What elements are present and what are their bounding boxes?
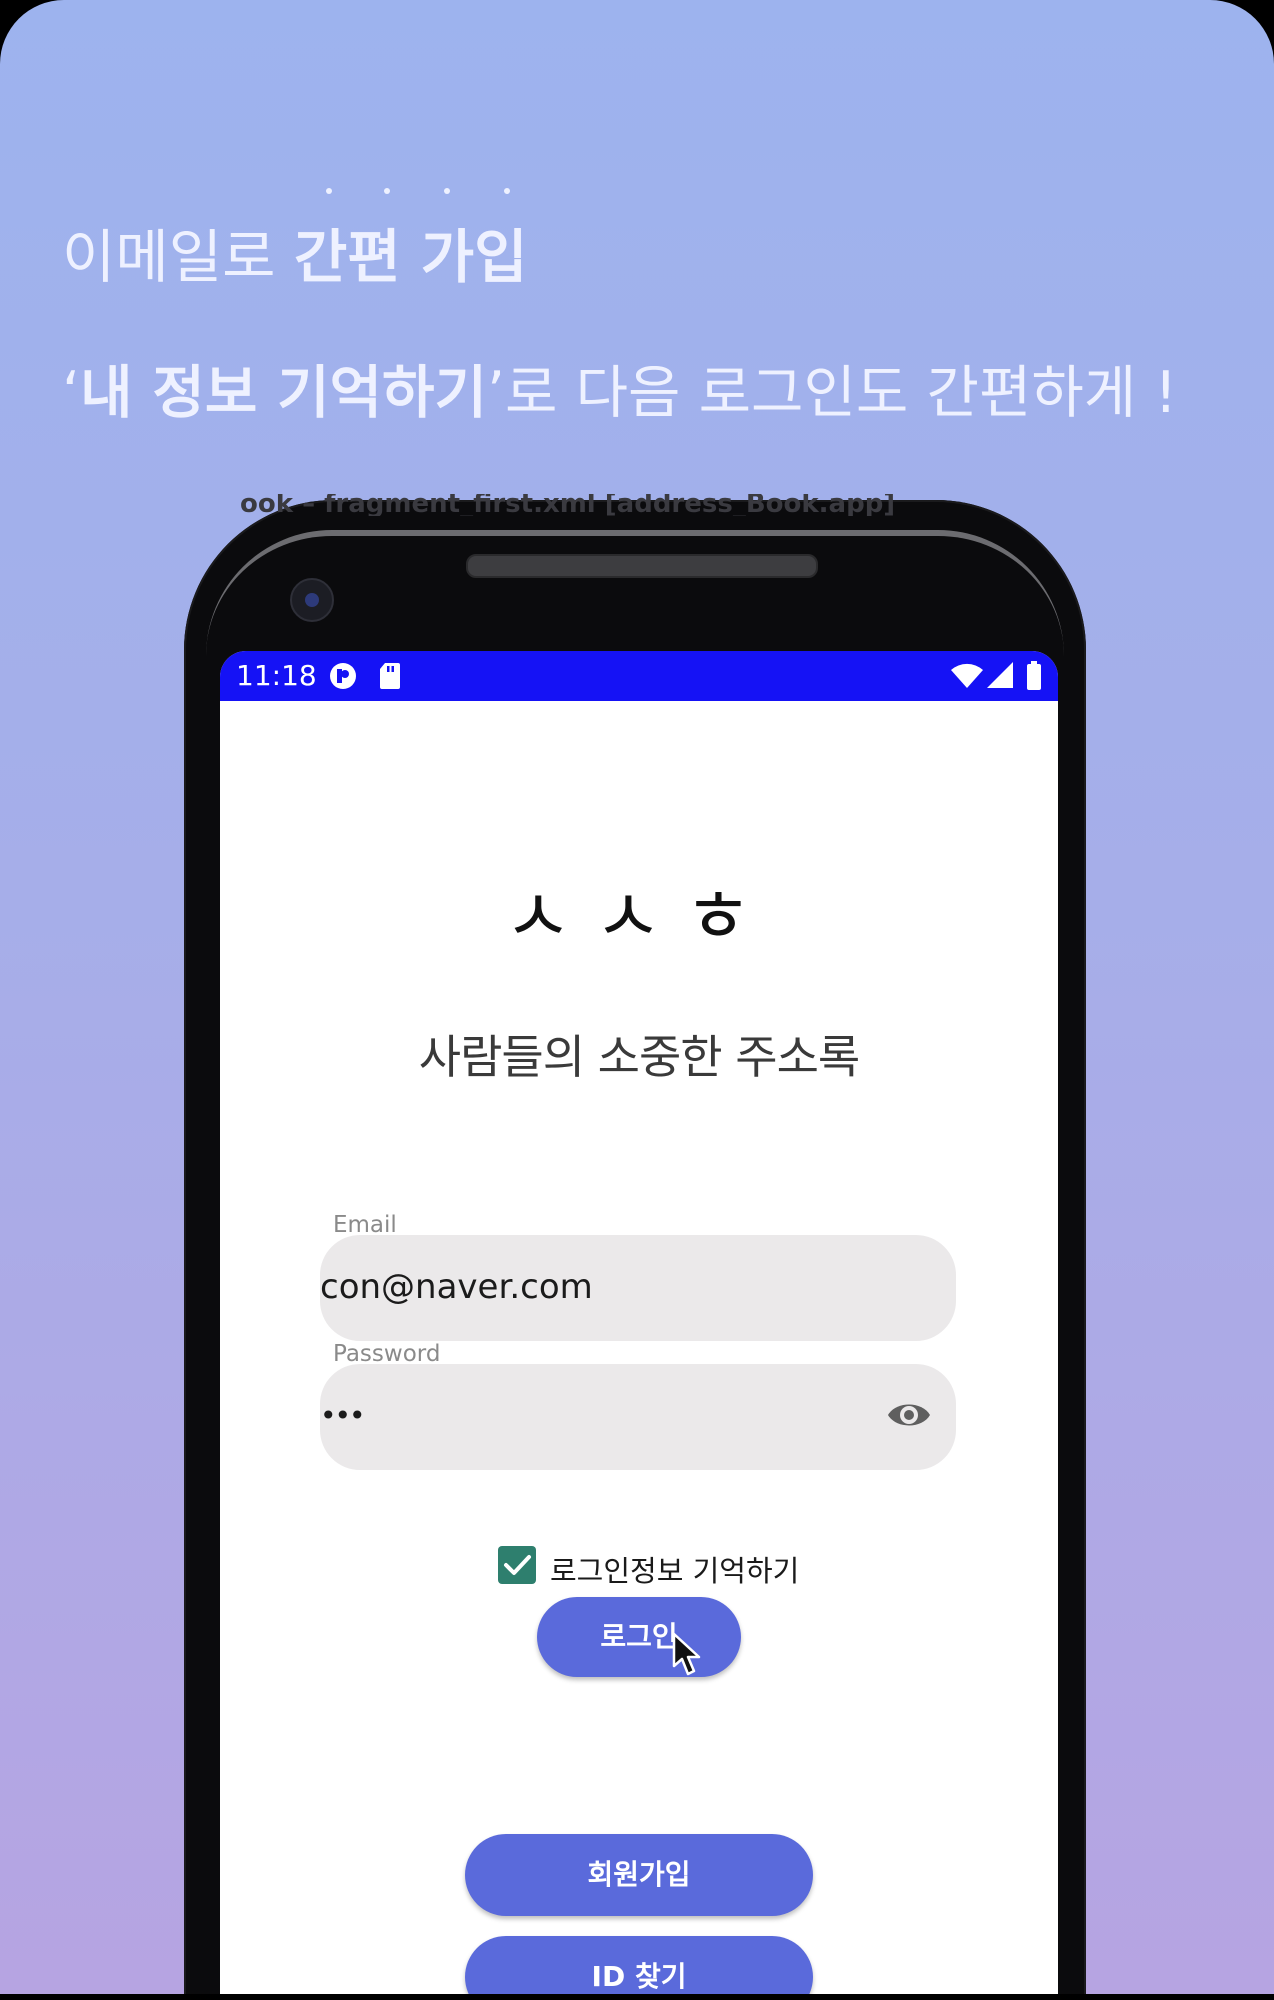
promo-line2-quote: ‘: [62, 360, 81, 426]
status-time: 11:18: [236, 659, 317, 692]
phone-rim: [206, 530, 1064, 656]
signup-button[interactable]: 회원가입: [465, 1834, 813, 1916]
phone-speaker: [466, 554, 818, 578]
battery-icon: [1027, 661, 1041, 690]
email-value: con@naver.com: [320, 1267, 593, 1307]
phone-screen: 11:18 ㅅㅅㅎ 사람들의 소중한 주소록 Email con@naver.c…: [220, 651, 1058, 1994]
eye-icon[interactable]: [886, 1398, 932, 1432]
camera-icon: [290, 578, 334, 622]
promo-line2-bold: 내 정보 기억하기: [80, 360, 487, 426]
find-id-button[interactable]: ID 찾기: [465, 1936, 813, 1994]
email-field[interactable]: con@naver.com: [320, 1235, 956, 1341]
promo-headline-1: 이메일로 간편 가입: [62, 222, 528, 292]
ide-overlay-text: ook – fragment_first.xml [address_Book.a…: [240, 494, 896, 516]
password-value: •••: [320, 1399, 366, 1432]
promo-card: 이메일로 간편 가입 ‘내 정보 기억하기’로 다음 로그인도 간편하게 ! o…: [0, 0, 1274, 1994]
signal-icon: [987, 662, 1013, 688]
password-field[interactable]: •••: [320, 1364, 956, 1470]
mouse-cursor-icon: [672, 1632, 701, 1676]
login-button[interactable]: 로그인: [537, 1597, 741, 1677]
status-bar: 11:18: [220, 651, 1058, 701]
checkmark-icon: [504, 1555, 531, 1575]
promo-headline-2: ‘내 정보 기억하기’로 다음 로그인도 간편하게 !: [62, 358, 1177, 428]
emphasis-dots: [326, 188, 526, 208]
remember-label: 로그인정보 기억하기: [550, 1554, 800, 1588]
wifi-icon: [951, 663, 983, 688]
app-logo: ㅅㅅㅎ: [503, 874, 775, 960]
sd-card-icon: [380, 663, 400, 689]
notification-app-icon: [330, 663, 356, 689]
remember-checkbox[interactable]: [498, 1546, 536, 1584]
promo-line1-normal: 이메일로: [62, 223, 294, 291]
promo-line2-rest: ’로 다음 로그인도 간편하게 !: [486, 360, 1178, 426]
promo-line1-bold: 간편 가입: [293, 223, 528, 291]
app-tagline: 사람들의 소중한 주소록: [418, 1030, 860, 1084]
